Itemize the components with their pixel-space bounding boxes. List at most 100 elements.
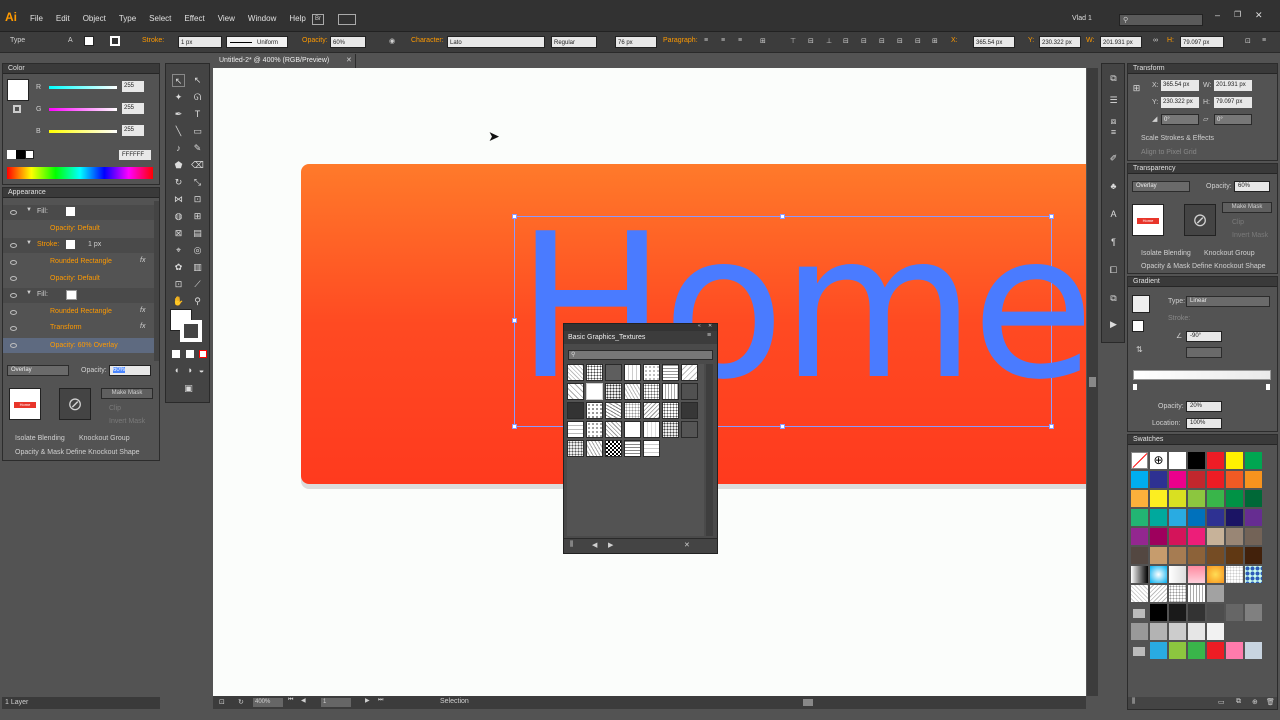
swatch[interactable] <box>1245 471 1262 488</box>
first-artboard-icon[interactable]: ⏮ <box>288 697 293 704</box>
gradient-stop-right[interactable] <box>1266 384 1270 390</box>
scale-tool-icon[interactable]: ⤡ <box>191 176 204 189</box>
new-color-group-icon[interactable]: ▭ <box>1218 698 1225 706</box>
x-field[interactable]: 365.54 px <box>973 36 1015 48</box>
texture-swatch[interactable] <box>643 440 660 457</box>
fill-swatch[interactable] <box>84 36 94 46</box>
column-graph-tool-icon[interactable]: ▥ <box>191 261 204 274</box>
disclosure-icon[interactable]: ▼ <box>26 240 32 246</box>
swatch[interactable] <box>1169 547 1186 564</box>
user-name[interactable]: Vlad 1 <box>1072 15 1092 22</box>
swatch-library-icon[interactable]: ⫼ <box>1132 698 1135 706</box>
texture-swatch[interactable] <box>643 421 660 438</box>
menu-object[interactable]: Object <box>83 14 106 23</box>
swatch[interactable] <box>1169 528 1186 545</box>
stroke-label[interactable]: Stroke: <box>142 37 164 44</box>
appearance-fill-row[interactable]: ▼ Fill: <box>3 205 159 220</box>
arrange-documents-button[interactable] <box>338 14 356 25</box>
textures-panel-drag-bar[interactable]: « ✕ <box>564 323 717 331</box>
texture-swatch[interactable] <box>643 402 660 419</box>
make-mask-button[interactable]: Make Mask <box>101 388 153 399</box>
shape-builder-tool-icon[interactable]: ◍ <box>172 210 185 223</box>
appearance-effect-row-2[interactable]: Rounded Rectangle fx <box>3 305 159 320</box>
eye-icon[interactable] <box>10 243 17 248</box>
swatch-pattern[interactable] <box>1131 585 1148 602</box>
fx-icon[interactable]: fx <box>140 323 145 330</box>
y-field[interactable]: 230.322 px <box>1039 36 1081 48</box>
menu-view[interactable]: View <box>218 14 235 23</box>
texture-swatch[interactable] <box>624 383 641 400</box>
shear-angle-field[interactable]: 0° <box>1214 114 1252 125</box>
appearance-fill-row-2[interactable]: ▼ Fill: <box>3 288 159 303</box>
gradient-stop-left[interactable] <box>1133 384 1137 390</box>
transform-h-field[interactable]: 79.097 px <box>1214 97 1252 108</box>
actions-icon[interactable]: ▶ <box>1107 318 1120 331</box>
delete-swatch-icon[interactable]: ✕ <box>684 541 690 549</box>
disclosure-icon[interactable]: ▼ <box>26 290 32 296</box>
pen-tool-icon[interactable]: ✒ <box>172 108 185 121</box>
swatch[interactable] <box>1188 642 1205 659</box>
swatch[interactable] <box>1188 547 1205 564</box>
gradient-tool-icon[interactable]: ▤ <box>191 227 204 240</box>
transparency-blend-dropdown[interactable]: Overlay <box>1132 181 1190 192</box>
blend-tool-icon[interactable]: ◎ <box>191 244 204 257</box>
eye-icon[interactable] <box>10 276 17 281</box>
color-stroke-preview[interactable] <box>13 105 21 113</box>
menu-edit[interactable]: Edit <box>56 14 70 23</box>
texture-swatch[interactable] <box>605 364 622 381</box>
new-swatch-icon[interactable]: ⊕ <box>1252 698 1258 706</box>
toolbox-stroke-swatch[interactable] <box>180 320 202 342</box>
graphic-styles-icon[interactable]: ⧠ <box>1107 264 1120 277</box>
isolate-icon[interactable]: ⊡ <box>1245 37 1251 45</box>
swatch[interactable] <box>1207 471 1224 488</box>
lasso-tool-icon[interactable]: ᘏ <box>191 91 204 104</box>
swatch[interactable] <box>1226 490 1243 507</box>
swatch-pattern[interactable] <box>1207 585 1224 602</box>
menu-type[interactable]: Type <box>119 14 136 23</box>
search-input[interactable]: ⚲ <box>1119 14 1203 26</box>
handle[interactable] <box>1049 424 1054 429</box>
isolate-blending-checkbox[interactable]: Isolate Blending <box>15 435 65 442</box>
rotate-tool-icon[interactable]: ↻ <box>172 176 185 189</box>
swatch[interactable] <box>1150 547 1167 564</box>
screen-mode-icon[interactable]: ▣ <box>182 382 195 395</box>
library-menu-icon[interactable]: ⫼ <box>570 541 573 549</box>
knockout-group-checkbox[interactable]: Knockout Group <box>79 435 130 442</box>
menu-help[interactable]: Help <box>289 14 305 23</box>
font-style-field[interactable]: Regular <box>551 36 597 48</box>
swatch[interactable] <box>1169 490 1186 507</box>
appearance-transform-row[interactable]: Transform fx <box>3 321 159 336</box>
swatch[interactable] <box>1150 623 1167 640</box>
object-thumbnail[interactable]: Home <box>9 388 41 420</box>
libraries-icon[interactable]: ⧉ <box>1107 72 1120 85</box>
swatch[interactable] <box>1169 452 1186 469</box>
free-transform-tool-icon[interactable]: ⊡ <box>191 193 204 206</box>
mesh-tool-icon[interactable]: ⊠ <box>172 227 185 240</box>
bridge-button[interactable]: Br <box>312 14 324 25</box>
zoom-field[interactable]: 400% <box>253 698 283 707</box>
fill-swatch-small[interactable] <box>66 207 75 216</box>
swatch[interactable] <box>1245 604 1262 621</box>
close-tab-icon[interactable]: ✕ <box>346 56 352 64</box>
swatch[interactable] <box>1150 642 1167 659</box>
vertical-scrollbar[interactable] <box>1087 68 1098 696</box>
texture-swatch[interactable] <box>662 421 679 438</box>
texture-swatch[interactable] <box>567 440 584 457</box>
texture-swatch[interactable] <box>586 383 603 400</box>
swatch[interactable] <box>1150 471 1167 488</box>
swatch[interactable] <box>1131 547 1148 564</box>
swatch[interactable] <box>1226 642 1243 659</box>
scroll-thumb[interactable] <box>1089 377 1096 387</box>
none-mode-icon[interactable] <box>199 350 207 358</box>
h-field[interactable]: 79.097 px <box>1180 36 1224 48</box>
swatch-pattern[interactable] <box>1169 585 1186 602</box>
artboard-number-field[interactable]: 1 <box>321 698 351 707</box>
panel-menu-icon[interactable]: ≡ <box>707 332 711 339</box>
texture-swatch[interactable] <box>586 364 603 381</box>
next-library-icon[interactable]: ▶ <box>608 541 613 549</box>
gradient-type-dropdown[interactable]: Linear <box>1186 296 1270 307</box>
transform-grid-icon[interactable]: ⊞ <box>932 37 938 45</box>
delete-swatch-icon[interactable]: 🗑 <box>1266 698 1275 706</box>
swatch[interactable] <box>1207 547 1224 564</box>
opacity-field[interactable]: 60% <box>330 36 366 48</box>
